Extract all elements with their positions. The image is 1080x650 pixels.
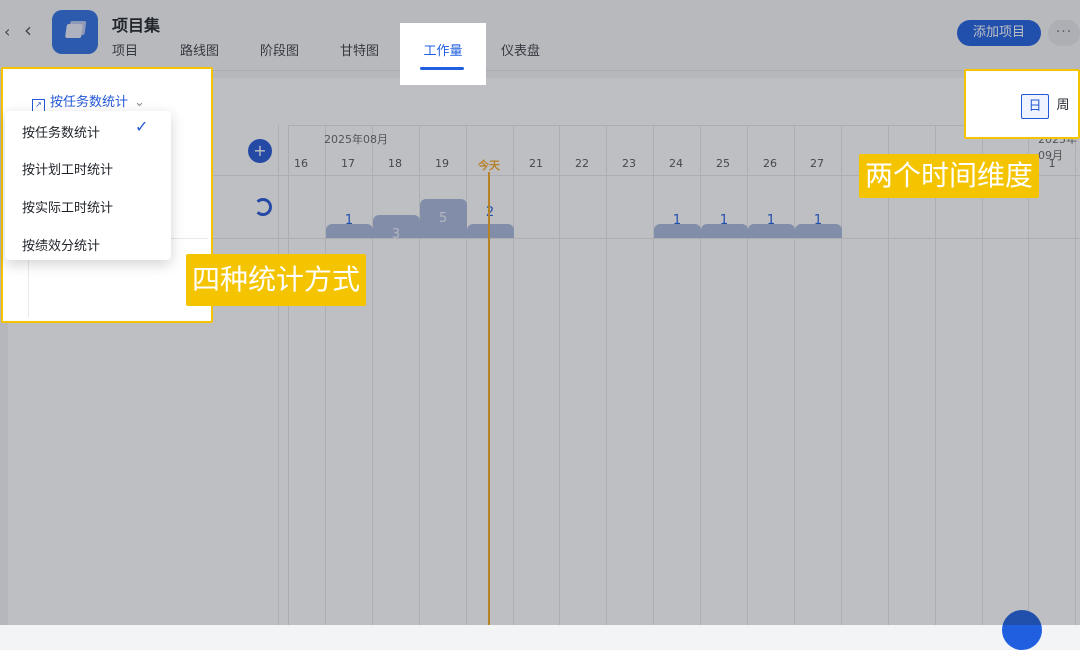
view-week-button[interactable]: 周	[1050, 95, 1076, 117]
active-tab-indicator	[420, 67, 464, 70]
check-icon: ✓	[135, 117, 149, 136]
stat-method-value: 按任务数统计	[50, 95, 129, 110]
view-day-button[interactable]: 日	[1021, 94, 1049, 119]
callout-stat-methods: 四种统计方式	[186, 254, 367, 306]
menu-item-planned-hours[interactable]: 按计划工时统计	[22, 159, 113, 178]
tab-workload[interactable]: 工作量	[400, 40, 486, 59]
stat-method-dropdown[interactable]: ↗ 按任务数统计 ⌄	[32, 91, 145, 112]
menu-item-actual-hours[interactable]: 按实际工时统计	[22, 197, 113, 216]
menu-item-task-count[interactable]: 按任务数统计	[22, 122, 100, 141]
callout-time-dimensions: 两个时间维度	[859, 154, 1040, 198]
chevron-down-icon: ⌄	[134, 95, 145, 110]
menu-item-performance[interactable]: 按绩效分统计	[22, 235, 100, 254]
